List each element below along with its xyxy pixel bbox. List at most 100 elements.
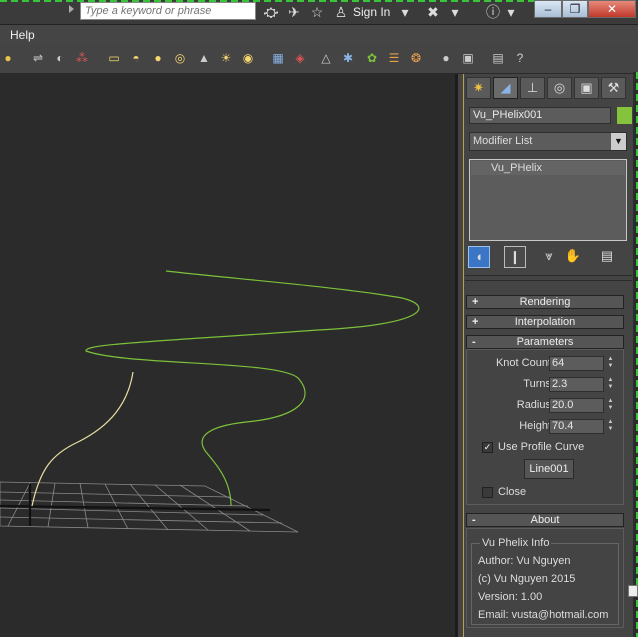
create-tab-icon[interactable]: ✷ [466,77,491,99]
helper-icon[interactable]: ◈ [292,50,308,66]
minimize-button[interactable]: – [534,0,562,18]
help-icon[interactable]: ⓘ [484,3,502,21]
turns-spinner[interactable]: 2.3 [549,377,604,392]
question-icon[interactable]: ? [512,50,528,66]
close-label: Close [498,486,527,498]
x-icon[interactable]: ▾ [446,3,464,21]
gear-icon[interactable]: ✱ [340,50,356,66]
viewport-divider[interactable] [455,74,458,637]
parameters-rollout-body: Knot Count 64 ▲ ▼ Turns 2.3 ▲ ▼ Radius 20.… [466,349,624,505]
exchange-icon[interactable]: ✖ [424,3,442,21]
modifier-stack[interactable]: Vu_PHelix [469,159,627,241]
use-profile-curve-label: Use Profile Curve [498,441,585,453]
star-icon[interactable]: ☆ [308,3,326,21]
modifier-list-dropdown[interactable]: Modifier List ▼ [469,132,627,151]
bulb-icon[interactable]: ● [0,50,16,66]
sun-icon[interactable]: ☀ [218,50,234,66]
make-unique-icon[interactable]: ⩔ [538,246,560,268]
main-toolbar: ● ⇌ ◐ ⁂ ▭ ◓ ● ◎ ▲ ☀ ◉ ▦ ◈ △ ✱ ✿ ☰ ❂ ● ▣ … [0,45,638,74]
rollout-about[interactable]: - About [466,513,624,527]
profile-curve-pick-button[interactable]: Line001 [524,459,574,479]
turns-label: Turns [523,378,551,390]
motion-tab-icon[interactable]: ◎ [547,77,572,99]
rollout-parameters[interactable]: - Parameters [466,335,624,349]
user-icon[interactable]: ♙ [332,3,350,21]
viewport-scene [0,270,420,533]
author-text: Author: Vu Nguyen [478,555,571,567]
remove-modifier-icon[interactable]: ✋ [562,246,584,268]
panel-scroll-thumb[interactable] [628,585,638,597]
search-expand-arrow[interactable] [69,5,74,13]
knot-count-label: Knot Count [495,357,551,369]
perspective-viewport[interactable] [0,74,458,637]
helix-spline[interactable] [85,270,420,507]
torus-icon[interactable]: ◎ [172,50,188,66]
cone-icon[interactable]: ▲ [196,50,212,66]
close-button[interactable]: ✕ [588,0,636,18]
modifier-list-label: Modifier List [473,135,533,147]
pyramid-icon[interactable]: △ [318,50,334,66]
knot-count-spinner[interactable]: 64 [549,356,604,371]
height-spinner[interactable]: 70.4 [549,419,604,434]
spinner-arrows-icon[interactable]: ▲ ▼ [606,419,615,434]
use-profile-curve-checkbox[interactable]: ✓ [482,442,493,453]
radius-spinner[interactable]: 20.0 [549,398,604,413]
expand-icon: + [472,296,479,308]
rollout-rendering-label: Rendering [519,296,571,308]
signin-dropdown-icon[interactable]: ▾ [396,3,414,21]
object-name-field[interactable]: Vu_PHelix001 [469,107,611,124]
spinner-arrows-icon[interactable]: ▲ ▼ [606,377,615,392]
separator [465,275,632,276]
spinner-arrows-icon[interactable]: ▲ ▼ [606,356,615,371]
dropdown-arrow-icon[interactable]: ▼ [611,133,626,150]
hemisphere-icon[interactable]: ◓ [128,50,144,66]
box-icon[interactable]: ▭ [106,50,122,66]
height-label: Height [519,420,551,432]
profile-curve[interactable] [31,371,134,507]
restore-button[interactable]: ❐ [562,0,588,18]
modify-tab-icon[interactable]: ◢ [493,77,518,99]
script-icon[interactable]: ▤ [490,50,506,66]
particles-icon[interactable]: ❂ [408,50,424,66]
light-icon[interactable]: ◉ [240,50,256,66]
bind-icon[interactable]: ⁂ [74,50,90,66]
collapse-icon: - [472,336,476,348]
rollout-rendering[interactable]: + Rendering [466,295,624,309]
material-sphere-icon[interactable]: ● [438,50,454,66]
hierarchy-tab-icon[interactable]: ⊥ [520,77,545,99]
close-checkbox[interactable] [482,487,493,498]
sign-in-link[interactable]: Sign In [353,5,390,19]
show-end-result-icon[interactable]: ❙ [504,246,526,268]
stack-buttons: ◖ ❙ ⩔ ✋ ▤ [468,246,631,270]
menu-help[interactable]: Help [10,28,35,42]
satellite-icon[interactable]: ✈ [285,3,303,21]
render-setup-icon[interactable]: ▣ [460,50,476,66]
menu-bar: Help [0,25,638,45]
turns-row: Turns 2.3 ▲ ▼ [467,377,623,393]
unlink-icon[interactable]: ◐ [52,50,68,66]
display-tab-icon[interactable]: ▣ [574,77,599,99]
email-text: Email: vusta@hotmail.com [478,609,609,621]
radius-row: Radius 20.0 ▲ ▼ [467,398,623,414]
stack-item[interactable]: Vu_PHelix [471,161,625,175]
radius-label: Radius [516,399,551,411]
help-dropdown-icon[interactable]: ▾ [502,3,520,21]
spinner-arrows-icon[interactable]: ▲ ▼ [606,398,615,413]
object-color-swatch[interactable] [617,107,632,124]
search-input[interactable] [80,2,256,20]
collapse-icon: - [472,514,476,526]
plant-icon[interactable]: ✿ [364,50,380,66]
rollout-interpolation[interactable]: + Interpolation [466,315,624,329]
binoculars-icon[interactable]: ⛮ [262,3,280,21]
configure-sets-icon[interactable]: ▤ [596,246,618,268]
version-text: Version: 1.00 [478,591,543,603]
separator [465,280,632,281]
rollout-interpolation-label: Interpolation [514,316,576,328]
sphere-icon[interactable]: ● [150,50,166,66]
utilities-tab-icon[interactable]: ⚒ [601,77,626,99]
link-icon[interactable]: ⇌ [30,50,46,66]
pin-stack-icon[interactable]: ◖ [468,246,490,268]
stairs-icon[interactable]: ☰ [386,50,402,66]
grid-icon[interactable]: ▦ [270,50,286,66]
rollout-about-label: About [530,514,560,526]
